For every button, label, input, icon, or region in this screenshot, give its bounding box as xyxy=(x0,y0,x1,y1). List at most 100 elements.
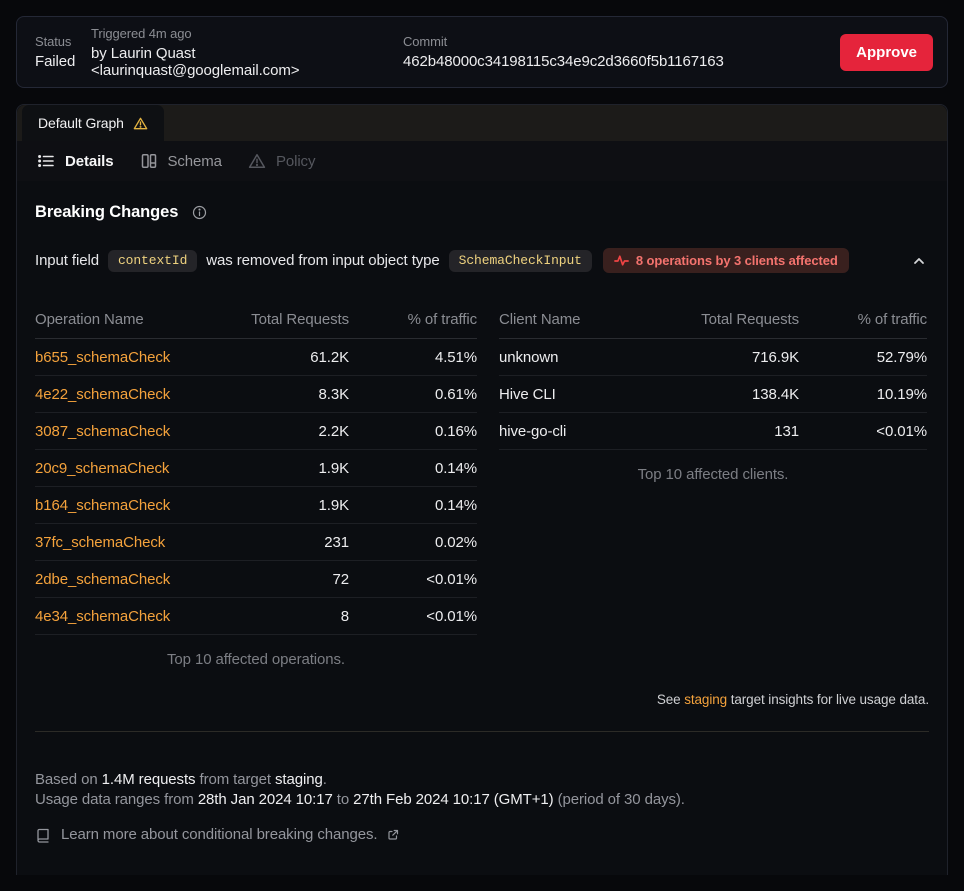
column-total-requests: Total Requests xyxy=(664,311,799,328)
target-name: staging xyxy=(275,771,323,788)
requests-value: 716.9K xyxy=(664,349,799,366)
traffic-value: 52.79% xyxy=(799,349,927,366)
external-link-icon xyxy=(387,829,399,841)
breaking-change-row[interactable]: Input field contextId was removed from i… xyxy=(35,248,929,273)
traffic-value: 0.16% xyxy=(349,423,477,440)
triggered-column: Triggered 4m ago by Laurin Quast <laurin… xyxy=(91,26,403,79)
operation-link[interactable]: 20c9_schemaCheck xyxy=(35,460,169,477)
commit-hash: 462b48000c34198115c34e9c2d3660f5b1167163 xyxy=(403,53,840,70)
section-divider xyxy=(35,731,929,732)
commit-column: Commit 462b48000c34198115c34e9c2d3660f5b… xyxy=(403,34,840,70)
traffic-value: 0.61% xyxy=(349,386,477,403)
traffic-value: 4.51% xyxy=(349,349,477,366)
check-subnav: Details Schema Policy xyxy=(17,141,947,181)
table-row: unknown 716.9K 52.79% xyxy=(499,339,927,376)
check-summary-bar: Status Failed Triggered 4m ago by Laurin… xyxy=(16,16,948,88)
requests-value: 1.9K xyxy=(214,497,349,514)
operation-link[interactable]: 37fc_schemaCheck xyxy=(35,534,165,551)
table-row: b164_schemaCheck 1.9K 0.14% xyxy=(35,487,477,524)
column-client-name: Client Name xyxy=(499,311,664,328)
range-start-date: 28th Jan 2024 10:17 xyxy=(198,791,333,808)
pulse-icon xyxy=(614,253,629,268)
table-row: 37fc_schemaCheck 231 0.02% xyxy=(35,524,477,561)
table-row: Hive CLI 138.4K 10.19% xyxy=(499,376,927,413)
warning-triangle-icon xyxy=(248,152,266,170)
traffic-value: 0.14% xyxy=(349,460,477,477)
insights-note-suffix: target insights for live usage data. xyxy=(731,692,929,707)
tab-details-label: Details xyxy=(65,153,114,170)
column-traffic: % of traffic xyxy=(349,311,477,328)
status-value: Failed xyxy=(35,53,91,70)
usage-footnote: Based on 1.4M requests from target stagi… xyxy=(35,770,929,810)
insights-note: See staging target insights for live usa… xyxy=(35,692,929,707)
graph-tab-label: Default Graph xyxy=(38,115,124,131)
footnote-line-1: Based on 1.4M requests from target stagi… xyxy=(35,770,929,790)
collapse-chevron-up-icon[interactable] xyxy=(909,251,929,271)
clients-table-caption: Top 10 affected clients. xyxy=(499,466,927,483)
requests-value: 61.2K xyxy=(214,349,349,366)
requests-value: 72 xyxy=(214,571,349,588)
table-row: hive-go-cli 131 <0.01% xyxy=(499,413,927,450)
commit-label: Commit xyxy=(403,34,840,49)
tab-default-graph[interactable]: Default Graph xyxy=(22,105,164,141)
affected-operations-badge: 8 operations by 3 clients affected xyxy=(603,248,849,273)
traffic-value: <0.01% xyxy=(349,571,477,588)
approve-button[interactable]: Approve xyxy=(840,34,933,71)
traffic-value: <0.01% xyxy=(799,423,927,440)
operation-link[interactable]: b164_schemaCheck xyxy=(35,497,170,514)
footnote-text: Usage data ranges from xyxy=(35,791,194,808)
traffic-value: 0.02% xyxy=(349,534,477,551)
column-operation-name: Operation Name xyxy=(35,311,214,328)
breaking-changes-title: Breaking Changes xyxy=(35,203,178,222)
triggered-label: Triggered 4m ago xyxy=(91,26,403,41)
affected-badge-label: 8 operations by 3 clients affected xyxy=(636,253,838,268)
traffic-value: 0.14% xyxy=(349,497,477,514)
field-name-chip: contextId xyxy=(108,250,197,272)
traffic-value: <0.01% xyxy=(349,608,477,625)
tab-details[interactable]: Details xyxy=(37,152,114,170)
requests-total: 1.4M requests xyxy=(102,771,196,788)
status-label: Status xyxy=(35,34,91,49)
book-icon xyxy=(35,827,51,843)
table-row: 2dbe_schemaCheck 72 <0.01% xyxy=(35,561,477,598)
clients-table-header: Client Name Total Requests % of traffic xyxy=(499,303,927,339)
operation-link[interactable]: 4e34_schemaCheck xyxy=(35,608,170,625)
range-end-date: 27th Feb 2024 10:17 (GMT+1) xyxy=(353,791,553,808)
insights-note-prefix: See xyxy=(657,692,681,707)
status-column: Status Failed xyxy=(35,34,91,70)
usage-tables: Operation Name Total Requests % of traff… xyxy=(35,303,929,668)
change-text-prefix: Input field xyxy=(35,252,99,269)
tab-policy[interactable]: Policy xyxy=(248,152,315,170)
tab-schema[interactable]: Schema xyxy=(140,152,222,170)
schema-check-card: Default Graph Details xyxy=(16,104,948,875)
requests-value: 2.2K xyxy=(214,423,349,440)
client-name: Hive CLI xyxy=(499,386,664,403)
operation-link[interactable]: 3087_schemaCheck xyxy=(35,423,170,440)
requests-value: 231 xyxy=(214,534,349,551)
learn-more-link[interactable]: Learn more about conditional breaking ch… xyxy=(35,826,399,843)
operation-link[interactable]: 4e22_schemaCheck xyxy=(35,386,170,403)
schema-icon xyxy=(140,152,158,170)
table-row: 20c9_schemaCheck 1.9K 0.14% xyxy=(35,450,477,487)
footnote-text: (period of 30 days). xyxy=(558,791,685,808)
requests-value: 131 xyxy=(664,423,799,440)
table-row: 4e34_schemaCheck 8 <0.01% xyxy=(35,598,477,635)
staging-target-link[interactable]: staging xyxy=(684,692,727,707)
tab-schema-label: Schema xyxy=(168,153,222,170)
tab-policy-label: Policy xyxy=(276,153,315,170)
client-name: unknown xyxy=(499,349,664,366)
column-traffic: % of traffic xyxy=(799,311,927,328)
breaking-changes-header: Breaking Changes xyxy=(35,203,929,222)
clients-table: Client Name Total Requests % of traffic … xyxy=(499,303,927,668)
operation-link[interactable]: 2dbe_schemaCheck xyxy=(35,571,170,588)
info-icon[interactable] xyxy=(192,205,207,220)
learn-more-label: Learn more about conditional breaking ch… xyxy=(61,826,377,843)
triggered-by: by Laurin Quast <laurinquast@googlemail.… xyxy=(91,45,403,79)
footnote-text: from target xyxy=(200,771,271,788)
requests-value: 138.4K xyxy=(664,386,799,403)
footnote-text: to xyxy=(337,791,349,808)
operations-table-caption: Top 10 affected operations. xyxy=(35,651,477,668)
operation-link[interactable]: b655_schemaCheck xyxy=(35,349,170,366)
requests-value: 8.3K xyxy=(214,386,349,403)
table-row: 4e22_schemaCheck 8.3K 0.61% xyxy=(35,376,477,413)
